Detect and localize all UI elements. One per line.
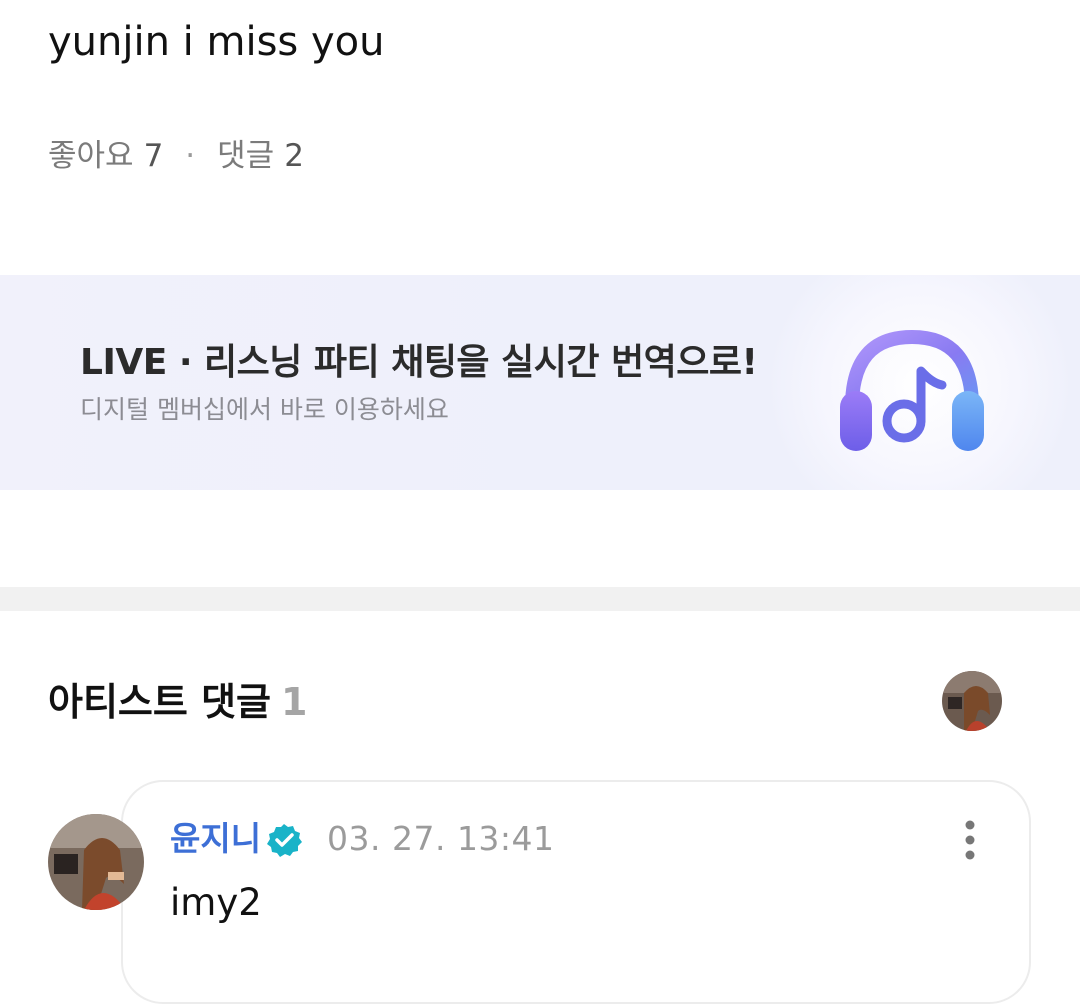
commenter-avatar[interactable] [48,814,144,910]
listening-party-banner[interactable]: LIVE · 리스닝 파티 채팅을 실시간 번역으로! 디지털 멤버십에서 바로… [0,275,1080,490]
section-divider [0,587,1080,611]
artist-avatar-image [942,671,1002,731]
post-stats: 좋아요 7 · 댓글 2 [48,134,304,178]
more-vertical-icon[interactable] [955,818,985,862]
stats-separator: · [185,138,196,174]
comments-label[interactable]: 댓글 [217,134,274,178]
artist-avatar[interactable] [942,671,1002,731]
commenter-avatar-image [48,814,144,910]
artist-comments-title: 아티스트 댓글 1 [48,676,307,728]
verified-badge-icon [267,824,302,857]
artist-comments-label: 아티스트 댓글 [48,680,271,724]
artist-comments-count: 1 [281,680,308,724]
comments-count[interactable]: 2 [284,134,304,178]
headphones-music-icon [840,329,984,451]
likes-label[interactable]: 좋아요 [48,134,134,178]
comment-author[interactable]: 윤지니 [170,816,261,862]
comment-text: imy2 [170,881,262,924]
post-text: yunjin i miss you [48,19,385,65]
banner-subtitle: 디지털 멤버십에서 바로 이용하세요 [80,395,449,424]
likes-count[interactable]: 7 [144,134,164,178]
comment-timestamp: 03. 27. 13:41 [327,819,555,858]
banner-title: LIVE · 리스닝 파티 채팅을 실시간 번역으로! [80,342,758,383]
